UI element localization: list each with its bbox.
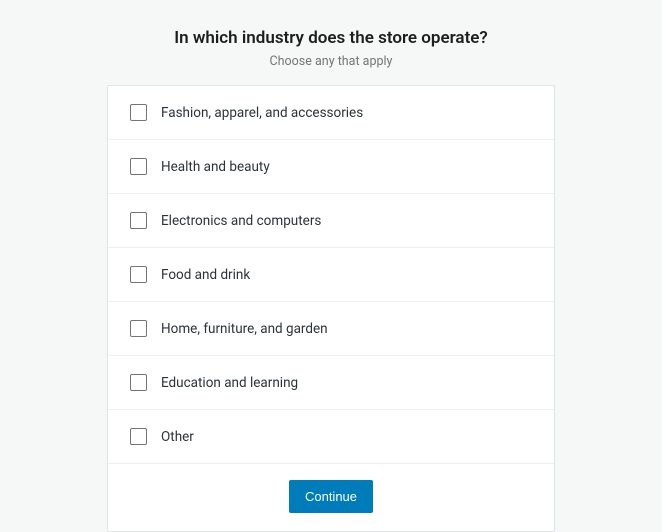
option-label: Home, furniture, and garden (161, 321, 328, 337)
industry-option-health-beauty[interactable]: Health and beauty (108, 140, 554, 194)
industry-option-home-garden[interactable]: Home, furniture, and garden (108, 302, 554, 356)
checkbox[interactable] (130, 266, 147, 283)
option-label: Education and learning (161, 375, 298, 391)
industry-option-education[interactable]: Education and learning (108, 356, 554, 410)
industry-option-other[interactable]: Other (108, 410, 554, 464)
checkbox[interactable] (130, 104, 147, 121)
option-label: Health and beauty (161, 159, 270, 175)
onboarding-step: In which industry does the store operate… (0, 0, 662, 532)
industry-option-food-drink[interactable]: Food and drink (108, 248, 554, 302)
option-label: Food and drink (161, 267, 250, 283)
checkbox[interactable] (130, 428, 147, 445)
option-label: Other (161, 429, 194, 445)
checkbox[interactable] (130, 212, 147, 229)
page-title: In which industry does the store operate… (0, 28, 662, 48)
card-footer: Continue (108, 464, 554, 531)
industry-options-card: Fashion, apparel, and accessories Health… (107, 85, 555, 532)
option-label: Fashion, apparel, and accessories (161, 105, 363, 121)
checkbox[interactable] (130, 320, 147, 337)
continue-button[interactable]: Continue (289, 480, 373, 513)
page-subtitle: Choose any that apply (0, 54, 662, 69)
checkbox[interactable] (130, 158, 147, 175)
industry-option-fashion[interactable]: Fashion, apparel, and accessories (108, 86, 554, 140)
checkbox[interactable] (130, 374, 147, 391)
industry-option-electronics[interactable]: Electronics and computers (108, 194, 554, 248)
option-label: Electronics and computers (161, 213, 321, 229)
